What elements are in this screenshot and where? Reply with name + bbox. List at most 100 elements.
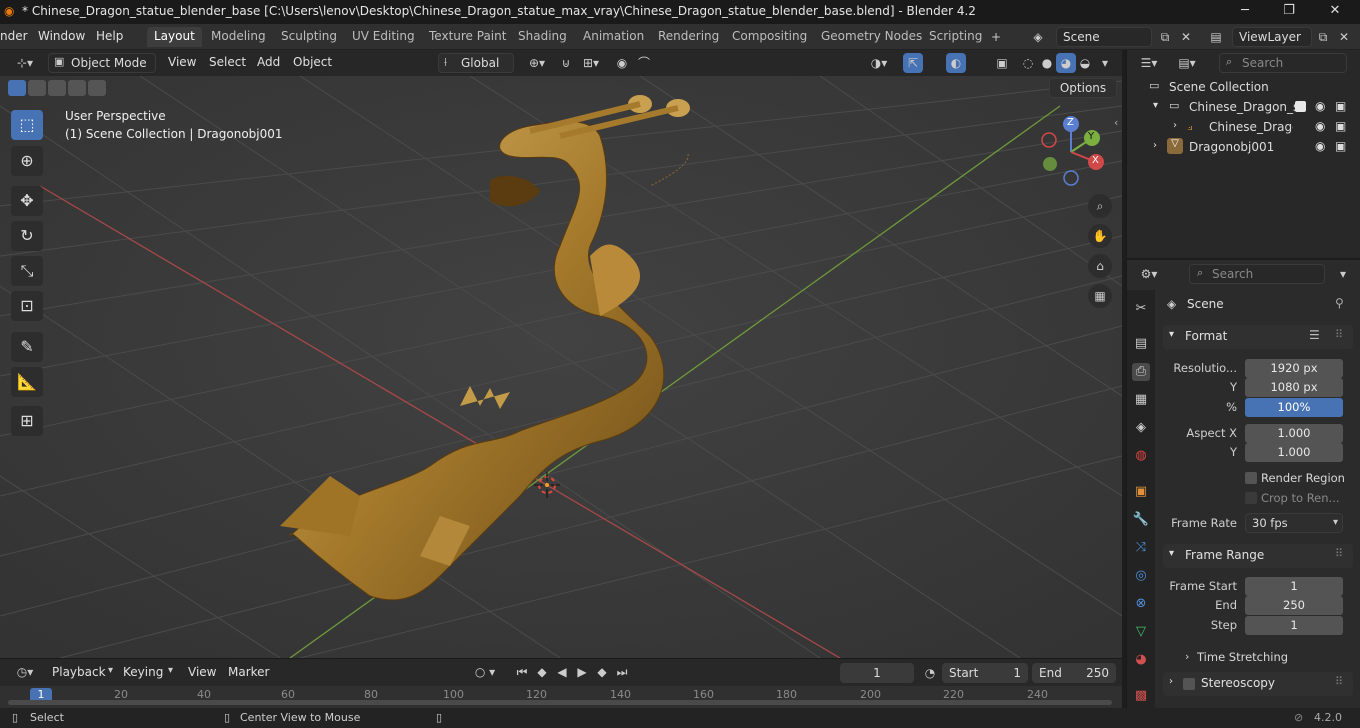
crop-checkbox[interactable] [1245,492,1257,504]
options-dropdown[interactable]: Options [1049,78,1117,98]
outliner-search-input[interactable]: Search [1219,53,1347,73]
stopwatch-icon[interactable]: ◔ [920,663,940,683]
tab-compositing[interactable]: Compositing [725,27,814,47]
tool-tab-icon[interactable]: ✂ [1132,300,1150,318]
frame-rate-dropdown[interactable]: 30 fps [1245,513,1343,533]
menu-window[interactable]: Window [38,29,85,43]
tab-texture-paint[interactable]: Texture Paint [422,27,513,47]
select-extend-icon[interactable] [28,80,46,96]
transform-tool-icon[interactable]: ⊡ [11,291,43,321]
eye-icon[interactable]: ◉ [1315,139,1325,153]
wireframe-shading-icon[interactable]: ◌ [1018,53,1038,73]
stereoscopy-panel-header[interactable]: › Stereoscopy ⠿ [1163,672,1353,696]
resolution-percent-slider[interactable]: 100% [1245,398,1343,417]
timeline-editor-icon[interactable]: ◷▾ [10,662,40,682]
cursor-tool-icon[interactable]: ⊕ [11,146,43,176]
viewport-menu-add[interactable]: Add [257,55,280,69]
format-panel-header[interactable]: ▾ Format ☰ ⠿ [1163,325,1353,349]
outliner-row-mesh[interactable]: › ▽ Dragonobj001 ◉ ▣ [1127,137,1360,157]
texture-tab-icon[interactable]: ▩ [1132,687,1150,705]
zoom-icon[interactable]: ⌕ [1088,194,1112,218]
chevron-down-icon[interactable]: ▾ [1153,100,1158,111]
object-tab-icon[interactable]: ▣ [1132,483,1150,501]
visibility-icon[interactable]: ◑▾ [866,53,892,73]
viewlayer-icon[interactable]: ▤ [1206,27,1226,47]
current-frame-field[interactable]: 1 [840,663,914,683]
display-mode-icon[interactable]: ▤▾ [1173,53,1201,73]
annotate-tool-icon[interactable]: ✎ [11,332,43,362]
overlay-toggle-icon[interactable]: ◐ [946,53,966,73]
add-cube-tool-icon[interactable]: ⊞ [11,406,43,436]
scene-selector[interactable]: Scene [1056,27,1152,47]
new-viewlayer-icon[interactable]: ⧉ [1313,27,1333,47]
render-region-checkbox[interactable] [1245,472,1257,484]
select-invert-icon[interactable] [68,80,86,96]
tab-layout[interactable]: Layout [147,27,202,47]
stereoscopy-checkbox[interactable] [1183,678,1195,690]
data-tab-icon[interactable]: ▽ [1132,623,1150,641]
end-frame-field[interactable]: End 250 [1032,663,1116,683]
camera-icon[interactable]: ▣ [1335,119,1346,133]
aspect-x-field[interactable]: 1.000 [1245,424,1343,443]
scene-icon[interactable]: ◈ [1028,27,1048,47]
drag-handle-icon[interactable]: ⠿ [1335,547,1343,560]
material-shading-icon[interactable]: ◕ [1056,53,1076,73]
tab-animation[interactable]: Animation [576,27,651,47]
camera-icon[interactable]: ▣ [1335,99,1346,113]
ortho-grid-icon[interactable]: ▦ [1088,284,1112,308]
tab-sculpting[interactable]: Sculpting [274,27,344,47]
drag-handle-icon[interactable]: ⠿ [1335,675,1343,688]
timeline-ruler[interactable]: 1 20 40 60 80 100 120 140 160 180 200 22… [0,686,1122,708]
eye-icon[interactable]: ◉ [1315,99,1325,113]
measure-tool-icon[interactable]: 📐 [11,367,43,397]
snap-target-icon[interactable]: ⊞▾ [578,53,604,73]
maximize-button[interactable]: ❐ [1274,3,1304,18]
delete-scene-icon[interactable]: ✕ [1176,27,1196,47]
outliner-row-scene-collection[interactable]: ▭ Scene Collection [1127,77,1360,97]
pivot-icon[interactable]: ⊕▾ [524,53,550,73]
viewport-menu-select[interactable]: Select [209,55,246,69]
chevron-right-icon[interactable]: › [1173,120,1177,131]
viewlayer-selector[interactable]: ViewLayer [1232,27,1312,47]
xray-icon[interactable]: ▣ [992,53,1012,73]
resolution-x-field[interactable]: 1920 px [1245,359,1343,378]
properties-editor-icon[interactable]: ⚙▾ [1135,264,1163,284]
view-layer-tab-icon[interactable]: ▦ [1132,391,1150,409]
menu-render[interactable]: nder [0,29,28,43]
aspect-y-field[interactable]: 1.000 [1245,443,1343,462]
editor-type-icon[interactable]: ⊹▾ [10,53,40,73]
menu-help[interactable]: Help [96,29,123,43]
viewport-menu-view[interactable]: View [168,55,196,69]
jump-end-icon[interactable]: ⏭ [612,662,632,682]
time-stretching-subpanel[interactable]: › Time Stretching [1183,648,1343,666]
tab-rendering[interactable]: Rendering [651,27,726,47]
output-tab-icon[interactable]: ⎙ [1132,363,1150,381]
outliner-row-collection[interactable]: ▾ ▭ Chinese_Dragon_st ◉ ▣ [1127,97,1360,117]
chevron-right-icon[interactable]: › [1153,140,1157,151]
presets-icon[interactable]: ☰ [1309,328,1320,342]
eye-icon[interactable]: ◉ [1315,119,1325,133]
tab-shading[interactable]: Shading [511,27,574,47]
camera-view-icon[interactable]: ⌂ [1088,254,1112,278]
tab-scripting[interactable]: Scripting [922,27,989,47]
drag-handle-icon[interactable]: ⠿ [1335,328,1343,341]
particles-tab-icon[interactable]: ⤨ [1132,539,1150,557]
jump-start-icon[interactable]: ⏮ [512,662,532,682]
scale-tool-icon[interactable]: ⤡ [11,256,43,286]
delete-viewlayer-icon[interactable]: ✕ [1334,27,1354,47]
timeline-menu-marker[interactable]: Marker [228,665,269,679]
next-keyframe-icon[interactable]: ◆ [592,662,612,682]
render-tab-icon[interactable]: ▤ [1132,335,1150,353]
properties-options-icon[interactable]: ▾ [1333,264,1353,284]
physics-tab-icon[interactable]: ◎ [1132,567,1150,585]
auto-key-icon[interactable]: ○ ▾ [468,662,502,682]
close-button[interactable]: ✕ [1320,3,1350,18]
add-workspace-icon[interactable]: + [986,27,1006,47]
move-tool-icon[interactable]: ✥ [11,186,43,216]
camera-icon[interactable]: ▣ [1335,139,1346,153]
frame-range-panel-header[interactable]: ▾ Frame Range ⠿ [1163,544,1353,568]
frame-start-field[interactable]: 1 [1245,577,1343,596]
resolution-y-field[interactable]: 1080 px [1245,378,1343,397]
3d-viewport[interactable]: User Perspective (1) Scene Collection | … [0,76,1122,658]
tab-uv-editing[interactable]: UV Editing [345,27,422,47]
